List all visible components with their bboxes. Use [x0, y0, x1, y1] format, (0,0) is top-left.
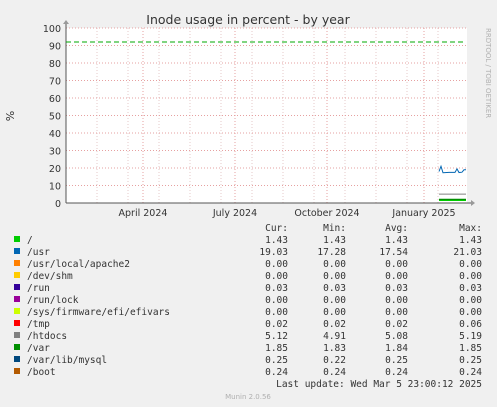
legend-value: 19.03 — [259, 247, 288, 258]
chart-title: Inode usage in percent - by year — [146, 12, 350, 27]
legend-value: 0.00 — [265, 259, 288, 270]
legend-value: 0.25 — [459, 355, 482, 366]
legend-value: 1.43 — [459, 235, 482, 246]
x-tick-label: July 2024 — [212, 208, 257, 219]
y-axis-label: % — [4, 111, 17, 121]
y-tick-label: 70 — [49, 77, 61, 88]
legend-value: 0.03 — [459, 283, 482, 294]
legend-value: 17.54 — [379, 247, 408, 258]
y-tick-label: 60 — [49, 94, 61, 105]
legend-series-name: /htdocs — [27, 331, 67, 342]
y-tick-label: 40 — [49, 129, 61, 140]
y-tick-label: 80 — [49, 59, 61, 70]
legend-series-name: /var — [27, 343, 50, 354]
y-axis-arrow — [63, 20, 69, 24]
legend-value: 0.00 — [323, 271, 346, 282]
legend-color-swatch — [14, 284, 20, 290]
legend-value: 1.43 — [265, 235, 288, 246]
legend-value: 1.85 — [265, 343, 288, 354]
legend-series-name: /usr — [27, 247, 50, 258]
legend-value: 0.00 — [459, 259, 482, 270]
legend-value: 0.24 — [323, 367, 346, 378]
legend-value: 0.00 — [323, 259, 346, 270]
y-tick-label: 50 — [49, 112, 61, 123]
legend-series-name: /tmp — [27, 319, 50, 330]
x-tick-label: January 2025 — [391, 208, 455, 219]
legend-column-header: Avg: — [385, 223, 408, 234]
inode-usage-chart: 0 10 20 30 40 50 60 70 80 90 100 April 2024 July 202… — [4, 12, 492, 401]
y-tick-label: 20 — [49, 164, 61, 175]
x-tick-label: October 2024 — [294, 208, 359, 219]
legend-value: 0.00 — [265, 295, 288, 306]
legend-series-name: /boot — [27, 367, 56, 378]
legend-value: 1.43 — [385, 235, 408, 246]
legend-color-swatch — [14, 236, 20, 242]
legend-value: 0.02 — [323, 319, 346, 330]
legend-color-swatch — [14, 296, 20, 302]
x-axis-arrow — [471, 200, 475, 206]
legend-value: 0.22 — [323, 355, 346, 366]
legend-series-name: /dev/shm — [27, 271, 73, 282]
legend-column-header: Max: — [459, 223, 482, 234]
legend-value: 0.00 — [459, 271, 482, 282]
legend-color-swatch — [14, 272, 20, 278]
y-tick-label: 0 — [55, 199, 61, 210]
legend-value: 1.85 — [459, 343, 482, 354]
y-tick-label: 90 — [49, 42, 61, 53]
legend-value: 0.25 — [265, 355, 288, 366]
legend-color-swatch — [14, 356, 20, 362]
legend-column-header: Cur: — [265, 223, 288, 234]
munin-version-footer: Munin 2.0.56 — [225, 393, 271, 401]
legend-value: 0.00 — [385, 271, 408, 282]
legend-value: 0.00 — [385, 259, 408, 270]
legend-value: 1.83 — [323, 343, 346, 354]
legend-color-swatch — [14, 248, 20, 254]
legend-value: 0.00 — [265, 271, 288, 282]
legend-color-swatch — [14, 344, 20, 350]
legend-color-swatch — [14, 260, 20, 266]
x-tick-label: April 2024 — [119, 208, 168, 219]
legend-value: 5.12 — [265, 331, 288, 342]
legend-value: 1.43 — [323, 235, 346, 246]
legend-value: 5.19 — [459, 331, 482, 342]
legend-value: 0.02 — [265, 319, 288, 330]
legend-series-name: /run/lock — [27, 295, 79, 306]
legend-value: 0.25 — [385, 355, 408, 366]
legend-value: 0.02 — [385, 319, 408, 330]
legend-series-name: /var/lib/mysql — [27, 355, 107, 366]
last-update-text: Last update: Wed Mar 5 23:00:12 2025 — [276, 379, 482, 390]
y-tick-label: 100 — [43, 24, 61, 35]
legend-value: 0.00 — [385, 295, 408, 306]
legend-value: 0.24 — [459, 367, 482, 378]
legend-color-swatch — [14, 320, 20, 326]
legend-series-name: / — [27, 235, 33, 246]
legend-value: 0.00 — [385, 307, 408, 318]
legend-value: 0.00 — [265, 307, 288, 318]
legend-series-name: /usr/local/apache2 — [27, 259, 130, 270]
legend-value: 21.03 — [453, 247, 482, 258]
legend-color-swatch — [14, 308, 20, 314]
legend-series-name: /run — [27, 283, 50, 294]
legend-value: 0.03 — [385, 283, 408, 294]
legend-value: 0.03 — [265, 283, 288, 294]
legend-value: 0.00 — [459, 307, 482, 318]
legend-value: 5.08 — [385, 331, 408, 342]
legend-value: 0.03 — [323, 283, 346, 294]
legend-column-header: Min: — [323, 223, 346, 234]
legend-color-swatch — [14, 332, 20, 338]
y-tick-label: 30 — [49, 147, 61, 158]
y-tick-label: 10 — [49, 182, 61, 193]
legend-series-name: /sys/firmware/efi/efivars — [27, 307, 170, 318]
legend-value: 0.00 — [459, 295, 482, 306]
legend-color-swatch — [14, 368, 20, 374]
legend-value: 0.06 — [459, 319, 482, 330]
rrdtool-credit-label: RRDTOOL / TOBI OETIKER — [484, 28, 492, 118]
legend-value: 17.28 — [317, 247, 346, 258]
legend-value: 0.24 — [265, 367, 288, 378]
legend-value: 4.91 — [323, 331, 346, 342]
legend-value: 0.00 — [323, 295, 346, 306]
legend-value: 0.24 — [385, 367, 408, 378]
legend-value: 0.00 — [323, 307, 346, 318]
legend-value: 1.84 — [385, 343, 408, 354]
